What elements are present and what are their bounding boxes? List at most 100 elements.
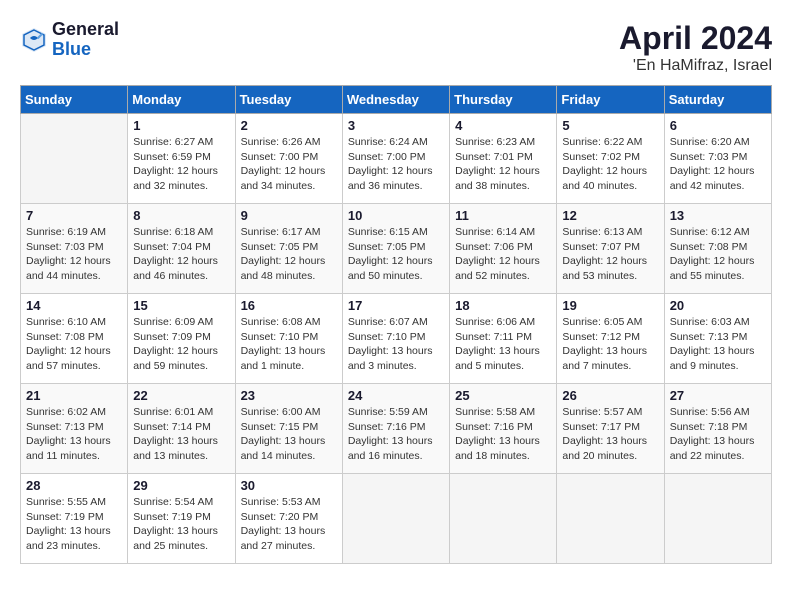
day-number: 18 (455, 298, 551, 313)
calendar-cell: 6Sunrise: 6:20 AM Sunset: 7:03 PM Daylig… (664, 114, 771, 204)
day-number: 23 (241, 388, 337, 403)
day-number: 20 (670, 298, 766, 313)
calendar-cell: 23 Sunrise: 6:00 AM Sunset: 7:15 PM Dayli… (235, 384, 342, 474)
day-number: 10 (348, 208, 444, 223)
day-number: 3 (348, 118, 444, 133)
calendar-cell: 26 Sunrise: 5:57 AM Sunset: 7:17 PM Dayli… (557, 384, 664, 474)
day-info: Sunrise: 6:08 AM Sunset: 7:10 PM Dayligh… (241, 315, 337, 374)
calendar-cell (450, 474, 557, 564)
day-number: 15 (133, 298, 229, 313)
day-info: Sunrise: 5:59 AM Sunset: 7:16 PM Dayligh… (348, 405, 444, 464)
day-info: Sunrise: 6:05 AM Sunset: 7:12 PM Dayligh… (562, 315, 658, 374)
calendar-cell: 19 Sunrise: 6:05 AM Sunset: 7:12 PM Dayli… (557, 294, 664, 384)
day-info: Sunrise: 6:19 AM Sunset: 7:03 PM Dayligh… (26, 225, 122, 284)
day-number: 30 (241, 478, 337, 493)
calendar-cell: 27 Sunrise: 5:56 AM Sunset: 7:18 PM Dayli… (664, 384, 771, 474)
calendar-cell (21, 114, 128, 204)
calendar-cell: 24 Sunrise: 5:59 AM Sunset: 7:16 PM Dayli… (342, 384, 449, 474)
day-info: Sunrise: 5:55 AM Sunset: 7:19 PM Dayligh… (26, 495, 122, 554)
day-number: 16 (241, 298, 337, 313)
calendar-cell: 5 Sunrise: 6:22 AM Sunset: 7:02 PM Daylig… (557, 114, 664, 204)
day-number: 13 (670, 208, 766, 223)
calendar-cell: 18 Sunrise: 6:06 AM Sunset: 7:11 PM Dayli… (450, 294, 557, 384)
day-number: 22 (133, 388, 229, 403)
day-number: 27 (670, 388, 766, 403)
week-row-3: 21 Sunrise: 6:02 AM Sunset: 7:13 PM Dayli… (21, 384, 772, 474)
weekday-sunday: Sunday (21, 86, 128, 114)
day-number: 17 (348, 298, 444, 313)
logo-blue: Blue (52, 40, 119, 60)
calendar-cell: 16 Sunrise: 6:08 AM Sunset: 7:10 PM Dayli… (235, 294, 342, 384)
calendar-cell: 10Sunrise: 6:15 AM Sunset: 7:05 PM Dayli… (342, 204, 449, 294)
day-number: 11 (455, 208, 551, 223)
calendar-cell: 30Sunrise: 5:53 AM Sunset: 7:20 PM Dayli… (235, 474, 342, 564)
day-info: Sunrise: 6:00 AM Sunset: 7:15 PM Dayligh… (241, 405, 337, 464)
day-number: 24 (348, 388, 444, 403)
calendar-cell: 22 Sunrise: 6:01 AM Sunset: 7:14 PM Dayli… (128, 384, 235, 474)
calendar-cell: 2Sunrise: 6:26 AM Sunset: 7:00 PM Daylig… (235, 114, 342, 204)
calendar-cell: 8Sunrise: 6:18 AM Sunset: 7:04 PM Daylig… (128, 204, 235, 294)
day-info: Sunrise: 6:18 AM Sunset: 7:04 PM Dayligh… (133, 225, 229, 284)
calendar-cell: 11 Sunrise: 6:14 AM Sunset: 7:06 PM Dayli… (450, 204, 557, 294)
calendar-cell: 4 Sunrise: 6:23 AM Sunset: 7:01 PM Daylig… (450, 114, 557, 204)
day-info: Sunrise: 6:02 AM Sunset: 7:13 PM Dayligh… (26, 405, 122, 464)
day-info: Sunrise: 6:06 AM Sunset: 7:11 PM Dayligh… (455, 315, 551, 374)
calendar-cell (664, 474, 771, 564)
day-info: Sunrise: 6:03 AM Sunset: 7:13 PM Dayligh… (670, 315, 766, 374)
page-header: General Blue April 2024 'En HaMifraz, Is… (20, 20, 772, 75)
calendar-cell: 14 Sunrise: 6:10 AM Sunset: 7:08 PM Dayli… (21, 294, 128, 384)
calendar-cell: 12 Sunrise: 6:13 AM Sunset: 7:07 PM Dayli… (557, 204, 664, 294)
day-info: Sunrise: 6:01 AM Sunset: 7:14 PM Dayligh… (133, 405, 229, 464)
logo-general: General (52, 20, 119, 40)
day-info: Sunrise: 6:24 AM Sunset: 7:00 PM Dayligh… (348, 135, 444, 194)
calendar-cell (342, 474, 449, 564)
day-info: Sunrise: 5:56 AM Sunset: 7:18 PM Dayligh… (670, 405, 766, 464)
day-info: Sunrise: 6:20 AM Sunset: 7:03 PM Dayligh… (670, 135, 766, 194)
day-info: Sunrise: 5:57 AM Sunset: 7:17 PM Dayligh… (562, 405, 658, 464)
calendar-cell: 7Sunrise: 6:19 AM Sunset: 7:03 PM Daylig… (21, 204, 128, 294)
day-info: Sunrise: 6:13 AM Sunset: 7:07 PM Dayligh… (562, 225, 658, 284)
weekday-thursday: Thursday (450, 86, 557, 114)
logo: General Blue (20, 20, 119, 60)
day-number: 12 (562, 208, 658, 223)
day-info: Sunrise: 5:58 AM Sunset: 7:16 PM Dayligh… (455, 405, 551, 464)
title-block: April 2024 'En HaMifraz, Israel (619, 20, 772, 75)
day-number: 28 (26, 478, 122, 493)
day-number: 19 (562, 298, 658, 313)
day-info: Sunrise: 6:14 AM Sunset: 7:06 PM Dayligh… (455, 225, 551, 284)
month-year: April 2024 (619, 20, 772, 57)
day-number: 14 (26, 298, 122, 313)
calendar-cell: 1 Sunrise: 6:27 AM Sunset: 6:59 PM Daylig… (128, 114, 235, 204)
day-info: Sunrise: 6:27 AM Sunset: 6:59 PM Dayligh… (133, 135, 229, 194)
weekday-wednesday: Wednesday (342, 86, 449, 114)
day-info: Sunrise: 6:22 AM Sunset: 7:02 PM Dayligh… (562, 135, 658, 194)
day-number: 9 (241, 208, 337, 223)
day-info: Sunrise: 6:12 AM Sunset: 7:08 PM Dayligh… (670, 225, 766, 284)
day-number: 25 (455, 388, 551, 403)
day-info: Sunrise: 6:26 AM Sunset: 7:00 PM Dayligh… (241, 135, 337, 194)
calendar-cell: 15Sunrise: 6:09 AM Sunset: 7:09 PM Dayli… (128, 294, 235, 384)
weekday-saturday: Saturday (664, 86, 771, 114)
location: 'En HaMifraz, Israel (619, 57, 772, 75)
day-number: 29 (133, 478, 229, 493)
calendar-cell (557, 474, 664, 564)
day-number: 5 (562, 118, 658, 133)
day-number: 1 (133, 118, 229, 133)
day-number: 26 (562, 388, 658, 403)
calendar-body: 1 Sunrise: 6:27 AM Sunset: 6:59 PM Daylig… (21, 114, 772, 564)
day-info: Sunrise: 6:07 AM Sunset: 7:10 PM Dayligh… (348, 315, 444, 374)
calendar-cell: 3 Sunrise: 6:24 AM Sunset: 7:00 PM Daylig… (342, 114, 449, 204)
weekday-header-row: SundayMondayTuesdayWednesdayThursdayFrid… (21, 86, 772, 114)
day-number: 21 (26, 388, 122, 403)
day-info: Sunrise: 5:54 AM Sunset: 7:19 PM Dayligh… (133, 495, 229, 554)
day-info: Sunrise: 6:23 AM Sunset: 7:01 PM Dayligh… (455, 135, 551, 194)
week-row-4: 28 Sunrise: 5:55 AM Sunset: 7:19 PM Dayli… (21, 474, 772, 564)
week-row-2: 14 Sunrise: 6:10 AM Sunset: 7:08 PM Dayli… (21, 294, 772, 384)
calendar-table: SundayMondayTuesdayWednesdayThursdayFrid… (20, 85, 772, 564)
day-number: 4 (455, 118, 551, 133)
calendar-cell: 17 Sunrise: 6:07 AM Sunset: 7:10 PM Dayli… (342, 294, 449, 384)
calendar-cell: 13 Sunrise: 6:12 AM Sunset: 7:08 PM Dayli… (664, 204, 771, 294)
day-info: Sunrise: 6:10 AM Sunset: 7:08 PM Dayligh… (26, 315, 122, 374)
weekday-monday: Monday (128, 86, 235, 114)
calendar-cell: 28 Sunrise: 5:55 AM Sunset: 7:19 PM Dayli… (21, 474, 128, 564)
